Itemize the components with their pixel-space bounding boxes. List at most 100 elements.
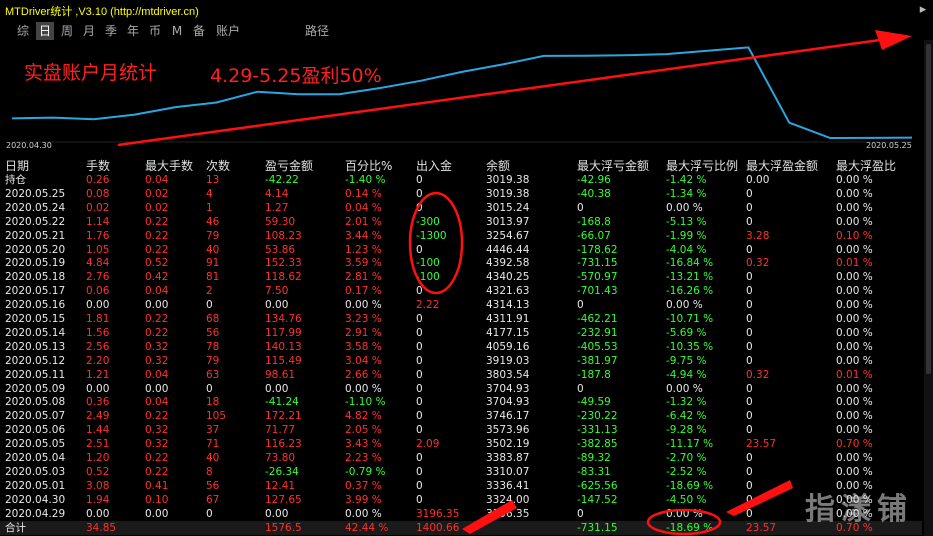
table-row[interactable]: 2020.05.17 0.06 0.04 2 7.50 0.17 % 0 4321.63 -70… [0, 284, 922, 298]
table-row[interactable]: 2020.05.01 3.08 0.41 56 12.41 0.37 % 0 3336.41 -… [0, 479, 922, 493]
table-cell: 2020.05.17 [5, 285, 66, 298]
table-cell: -16.84 % [666, 257, 714, 270]
table-row[interactable]: 2020.05.24 0.02 0.02 1 1.27 0.04 % 0 3015.24 0 0.… [0, 201, 922, 215]
table-row[interactable]: 2020.05.15 1.81 0.22 68 134.76 3.23 % 0 4311.91… [0, 312, 922, 326]
table-row[interactable]: 2020.05.19 4.84 0.52 91 152.33 3.59 % -100 4392… [0, 256, 922, 270]
table-cell: 1576.5 [265, 521, 302, 534]
collapse-icon[interactable]: ▸ [913, 0, 933, 20]
table-cell: 3.28 [746, 229, 770, 242]
table-cell: 0 [416, 452, 423, 464]
table-cell: 0 [416, 174, 423, 186]
table-cell: 0.00 [86, 382, 110, 395]
table-row[interactable]: 持仓 0.26 0.04 13 -42.22 -1.40 % 0 3019.38 -42.96 -… [0, 173, 922, 187]
table-row[interactable]: 2020.05.14 1.56 0.22 56 117.99 2.91 % 0 4177.15… [0, 326, 922, 340]
table-cell: -4.04 % [666, 243, 707, 256]
column-header[interactable]: 最大浮盈金额 [746, 157, 818, 173]
column-header[interactable]: 最大浮盈比 [836, 157, 896, 173]
table-row[interactable]: 2020.05.03 0.52 0.22 8 -26.34 -0.79 % 0 3310.07… [0, 465, 922, 479]
table-cell: 3.08 [86, 479, 110, 492]
table-cell: 3746.17 [486, 410, 530, 423]
table-cell: 4.14 [265, 187, 289, 200]
table-row[interactable]: 2020.04.29 0.00 0.00 0 0.00 0.00 % 3196.35 3196… [0, 507, 922, 521]
column-header[interactable]: 百分比% [345, 157, 392, 173]
table-cell: 0.06 [86, 285, 110, 298]
tab-3[interactable]: 月 [80, 22, 98, 40]
table-cell: 0.00 % [836, 326, 873, 339]
table-cell: -625.56 [577, 479, 618, 492]
table-row[interactable]: 2020.05.09 0.00 0.00 0 0.00 0.00 % 0 3704.93 0 0.… [0, 382, 922, 396]
table-cell: 0.02 [145, 187, 169, 200]
table-row[interactable]: 2020.05.11 1.21 0.04 63 98.61 2.66 % 0 3803.54 -… [0, 368, 922, 382]
table-cell: 12.41 [265, 479, 296, 492]
table-cell: 2020.05.18 [5, 271, 66, 284]
table-cell: 2 [206, 285, 213, 298]
table-cell: 78 [206, 340, 220, 353]
table-row[interactable]: 2020.05.21 1.76 0.22 79 108.23 3.44 % -1300 325… [0, 229, 922, 243]
table-cell: 0.22 [145, 452, 169, 464]
table-cell: 0.32 [746, 257, 770, 270]
total-row[interactable]: 合计 34.85 1576.5 42.44 % 1400.66 -731.15 -18.69… [0, 520, 922, 535]
table-row[interactable]: 2020.05.04 1.20 0.22 40 73.80 2.23 % 0 3383.87 -… [0, 451, 922, 465]
column-header[interactable]: 最大手数 [145, 157, 193, 173]
column-header[interactable]: 手数 [86, 157, 110, 173]
column-header[interactable]: 日期 [5, 157, 29, 173]
table-row[interactable]: 2020.05.18 2.76 0.42 81 118.62 2.81 % -100 4340… [0, 270, 922, 284]
scrollbar-thumb[interactable] [926, 44, 931, 374]
table-row[interactable]: 2020.05.13 2.56 0.32 78 140.13 3.58 % 0 4059.16… [0, 340, 922, 354]
table-cell: 0.00 [265, 299, 289, 312]
table-cell: 2020.05.13 [5, 340, 66, 353]
tab-2[interactable]: 周 [58, 22, 76, 40]
tab-1[interactable]: 日 [36, 22, 54, 40]
table-cell: 53.86 [265, 243, 296, 256]
table-row[interactable]: 2020.05.25 0.08 0.02 4 4.14 0.14 % 0 3019.38 -40… [0, 187, 922, 201]
tab-5[interactable]: 年 [124, 22, 142, 40]
column-header[interactable]: 出入金 [416, 157, 452, 173]
table-cell: -9.75 % [666, 354, 707, 367]
table-row[interactable]: 2020.05.12 2.20 0.32 79 115.49 3.04 % 0 3919.03… [0, 354, 922, 368]
table-cell: 73.80 [265, 452, 296, 464]
table-cell: 0.00 [145, 382, 169, 395]
table-cell: 3196.35 [416, 507, 460, 520]
table-cell: -100 [416, 257, 440, 270]
column-header[interactable]: 余额 [486, 157, 510, 173]
table-cell: 0 [416, 493, 423, 506]
tab-10[interactable]: 路径 [302, 22, 332, 40]
table-cell: 0 [746, 354, 753, 367]
table-cell: 0 [416, 326, 423, 339]
table-cell: 0 [746, 396, 753, 409]
table-row[interactable]: 2020.05.20 1.05 0.22 40 53.86 1.23 % 0 4446.44 -… [0, 243, 922, 257]
tab-6[interactable]: 币 [146, 22, 164, 40]
tab-9[interactable]: 账户 [214, 22, 242, 40]
table-row[interactable]: 2020.05.08 0.36 0.04 18 -41.24 -1.10 % 0 3704.9… [0, 395, 922, 409]
column-header[interactable]: 盈亏金额 [265, 157, 313, 173]
table-cell: 3803.54 [486, 368, 530, 381]
tab-4[interactable]: 季 [102, 22, 120, 40]
table-cell: 0.22 [145, 326, 169, 339]
tab-8[interactable]: 备 [190, 22, 208, 40]
table-row[interactable]: 2020.05.06 1.44 0.32 37 71.77 2.05 % 0 3573.96 -… [0, 423, 922, 437]
table-cell: -1.34 % [666, 187, 707, 200]
column-header[interactable]: 最大浮亏金额 [577, 157, 649, 173]
column-header[interactable]: 次数 [206, 157, 230, 173]
table-cell: 67 [206, 493, 220, 506]
table-cell: 2020.05.05 [5, 438, 66, 451]
table-cell: 0 [416, 465, 423, 478]
table-row[interactable]: 2020.05.16 0.00 0.00 0 0.00 0.00 % 2.22 4314.13… [0, 298, 922, 312]
table-cell: -331.13 [577, 424, 618, 437]
table-row[interactable]: 2020.05.07 2.49 0.22 105 172.21 4.82 % 0 3746.1… [0, 409, 922, 423]
table-cell: 71.77 [265, 424, 296, 437]
table-cell: 0 [746, 285, 753, 298]
table-cell: 68 [206, 313, 220, 325]
table-cell: 2020.05.20 [5, 243, 66, 256]
table-row[interactable]: 2020.05.22 1.14 0.22 46 59.30 2.01 % -300 3013.… [0, 215, 922, 229]
table-cell: -16.26 % [666, 285, 714, 298]
table-row[interactable]: 2020.04.30 1.94 0.10 67 127.65 3.99 % 0 3324.00… [0, 493, 922, 507]
table-cell: -701.43 [577, 285, 618, 298]
table-row[interactable]: 2020.05.05 2.51 0.32 71 116.23 3.43 % 2.09 3502… [0, 437, 922, 451]
table-cell: 2020.05.24 [5, 201, 66, 214]
tab-0[interactable]: 综 [14, 22, 32, 40]
column-header[interactable]: 最大浮亏比例 [666, 157, 738, 173]
table-cell: 4392.58 [486, 257, 530, 270]
table-cell: 1.27 [265, 201, 289, 214]
tab-7[interactable]: M [168, 22, 186, 40]
